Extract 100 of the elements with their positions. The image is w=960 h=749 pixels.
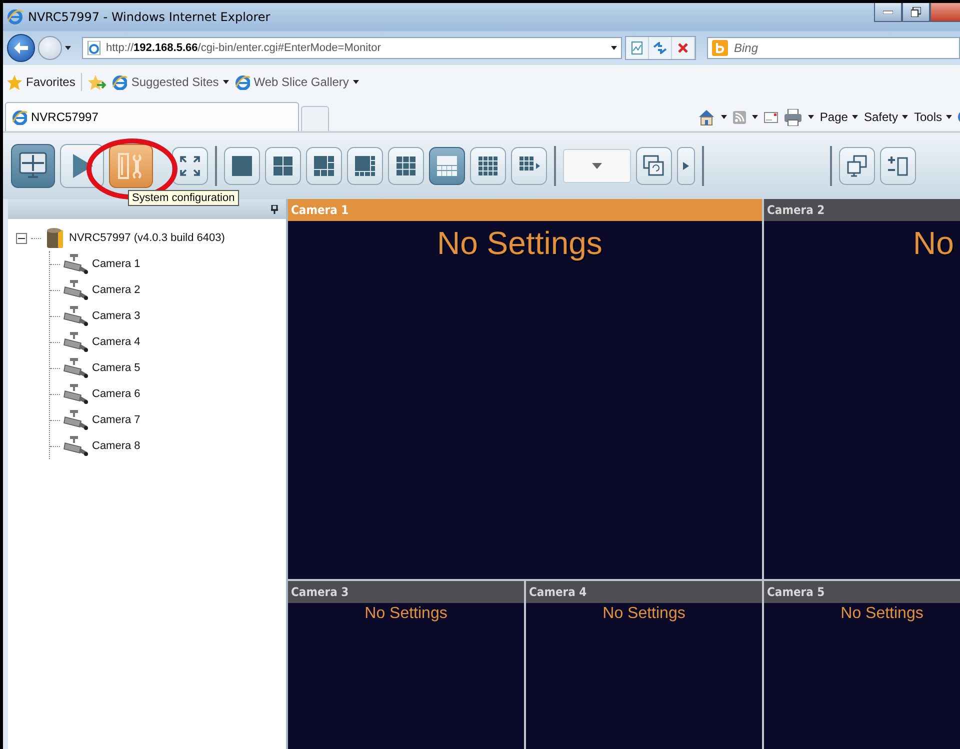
layout-button[interactable]: [388, 147, 424, 185]
camera-title: Camera 2: [764, 199, 960, 221]
camera-title: Camera 4: [526, 581, 762, 603]
restore-icon: [911, 7, 921, 17]
tree-item[interactable]: Camera 5: [92, 362, 140, 374]
plus-minus-icon: [887, 155, 909, 177]
browser-icon: [12, 110, 27, 124]
camera-icon: [63, 435, 89, 457]
command-menu[interactable]: Tools: [914, 110, 952, 124]
favorites-button[interactable]: Favorites: [7, 74, 76, 90]
server-icon: [45, 227, 65, 249]
caret-icon: [592, 163, 602, 169]
camera-icon: [63, 383, 89, 405]
add-favorite-icon[interactable]: [88, 74, 106, 90]
monitor-icon: [18, 151, 48, 181]
layout-button[interactable]: [470, 147, 506, 185]
favorites-link[interactable]: Suggested Sites: [112, 74, 229, 90]
left-arrow-icon: [14, 42, 28, 54]
grid-icon: [395, 155, 417, 177]
browser-icon: [234, 74, 250, 90]
printer-icon[interactable]: [784, 108, 802, 126]
live-view-button[interactable]: [11, 144, 55, 188]
caret-icon[interactable]: [720, 115, 727, 119]
favorites-link[interactable]: Web Slice Gallery: [234, 74, 359, 90]
caret-icon: [222, 80, 229, 84]
play-icon: [683, 162, 689, 170]
grid-icon: [436, 155, 458, 177]
caret-icon: [946, 115, 952, 119]
camera-title: Camera 1: [288, 199, 762, 221]
camera-title: Camera 3: [288, 581, 524, 603]
tree-item[interactable]: Camera 6: [92, 388, 140, 400]
camera-title: Camera 5: [764, 581, 960, 603]
tree-item[interactable]: Camera 1: [92, 258, 140, 270]
caret-icon[interactable]: [611, 46, 617, 50]
layout-button[interactable]: [306, 147, 342, 185]
no-settings-message: No Settings: [437, 225, 604, 262]
tree-item[interactable]: Camera 2: [92, 284, 140, 296]
camera-view[interactable]: Camera 2 No: [764, 199, 960, 579]
camera-icon: [63, 253, 89, 275]
screens-icon: [846, 155, 868, 177]
layout-button[interactable]: [429, 147, 465, 185]
camera-view[interactable]: Camera 4 No Settings: [526, 581, 762, 749]
tree-item[interactable]: NVRC57997 (v4.0.3 build 6403): [69, 232, 225, 244]
expand-icon: [179, 155, 201, 177]
layout-button[interactable]: [224, 147, 260, 185]
no-settings-message: No Settings: [364, 605, 448, 623]
monitor-select-button[interactable]: [839, 147, 875, 185]
pin-icon[interactable]: [271, 204, 278, 214]
home-icon[interactable]: [698, 108, 715, 126]
camera-icon: [63, 409, 89, 431]
camera-icon: [63, 357, 89, 379]
browser-tab[interactable]: NVRC57997: [5, 102, 299, 131]
grid-icon: [477, 155, 499, 177]
document-icon: [631, 41, 643, 55]
command-menu[interactable]: Safety: [864, 110, 908, 124]
no-settings-message: No Settings: [602, 605, 686, 623]
tree-item[interactable]: Camera 7: [92, 414, 140, 426]
sequence-button[interactable]: [636, 147, 672, 185]
layout-button[interactable]: [265, 147, 301, 185]
no-settings-message: No: [913, 225, 955, 262]
camera-view[interactable]: Camera 1 No Settings: [288, 199, 762, 579]
zoom-button[interactable]: [880, 147, 916, 185]
minimize-icon: [883, 10, 893, 14]
page-icon: [87, 41, 101, 55]
mail-icon[interactable]: [764, 112, 778, 122]
address-field[interactable]: http://192.168.5.66/cgi-bin/enter.cgi#EnterMode=Monitor: [82, 37, 622, 59]
close-icon: [678, 43, 688, 53]
tree-item[interactable]: Camera 3: [92, 310, 140, 322]
camera-view[interactable]: Camera 3 No Settings: [288, 581, 524, 749]
grid-icon: [354, 155, 376, 177]
command-menu[interactable]: Page: [820, 110, 858, 124]
caret-icon[interactable]: [808, 115, 814, 119]
search-provider-icon: [712, 40, 728, 56]
camera-view[interactable]: Camera 5 No Settings: [764, 581, 960, 749]
restore-button[interactable]: [902, 3, 930, 22]
back-button[interactable]: [7, 34, 35, 62]
system-configuration-button[interactable]: [109, 144, 153, 188]
caret-icon: [852, 115, 858, 119]
fullscreen-button[interactable]: [172, 147, 208, 185]
next-button[interactable]: [677, 147, 695, 185]
layout-button[interactable]: [511, 147, 547, 185]
minimize-button[interactable]: [874, 3, 902, 22]
no-settings-message: No Settings: [840, 605, 924, 623]
camera-icon: [63, 331, 89, 353]
windows-icon: [643, 155, 665, 177]
tree-item[interactable]: Camera 4: [92, 336, 140, 348]
browser-icon: [112, 74, 128, 90]
tree-item[interactable]: Camera 8: [92, 440, 140, 452]
search-field[interactable]: Bing: [707, 37, 960, 59]
tooltip: System configuration: [128, 190, 239, 206]
collapse-toggle[interactable]: [16, 232, 27, 244]
refresh-icon: [653, 42, 667, 54]
grid-icon: [313, 155, 335, 177]
caret-icon[interactable]: [65, 46, 71, 50]
grid-icon: [272, 155, 294, 177]
browser-icon: [7, 9, 23, 25]
caret-icon[interactable]: [752, 115, 758, 119]
layout-button[interactable]: [347, 147, 383, 185]
camera-icon: [63, 305, 89, 327]
caret-icon: [902, 115, 908, 119]
